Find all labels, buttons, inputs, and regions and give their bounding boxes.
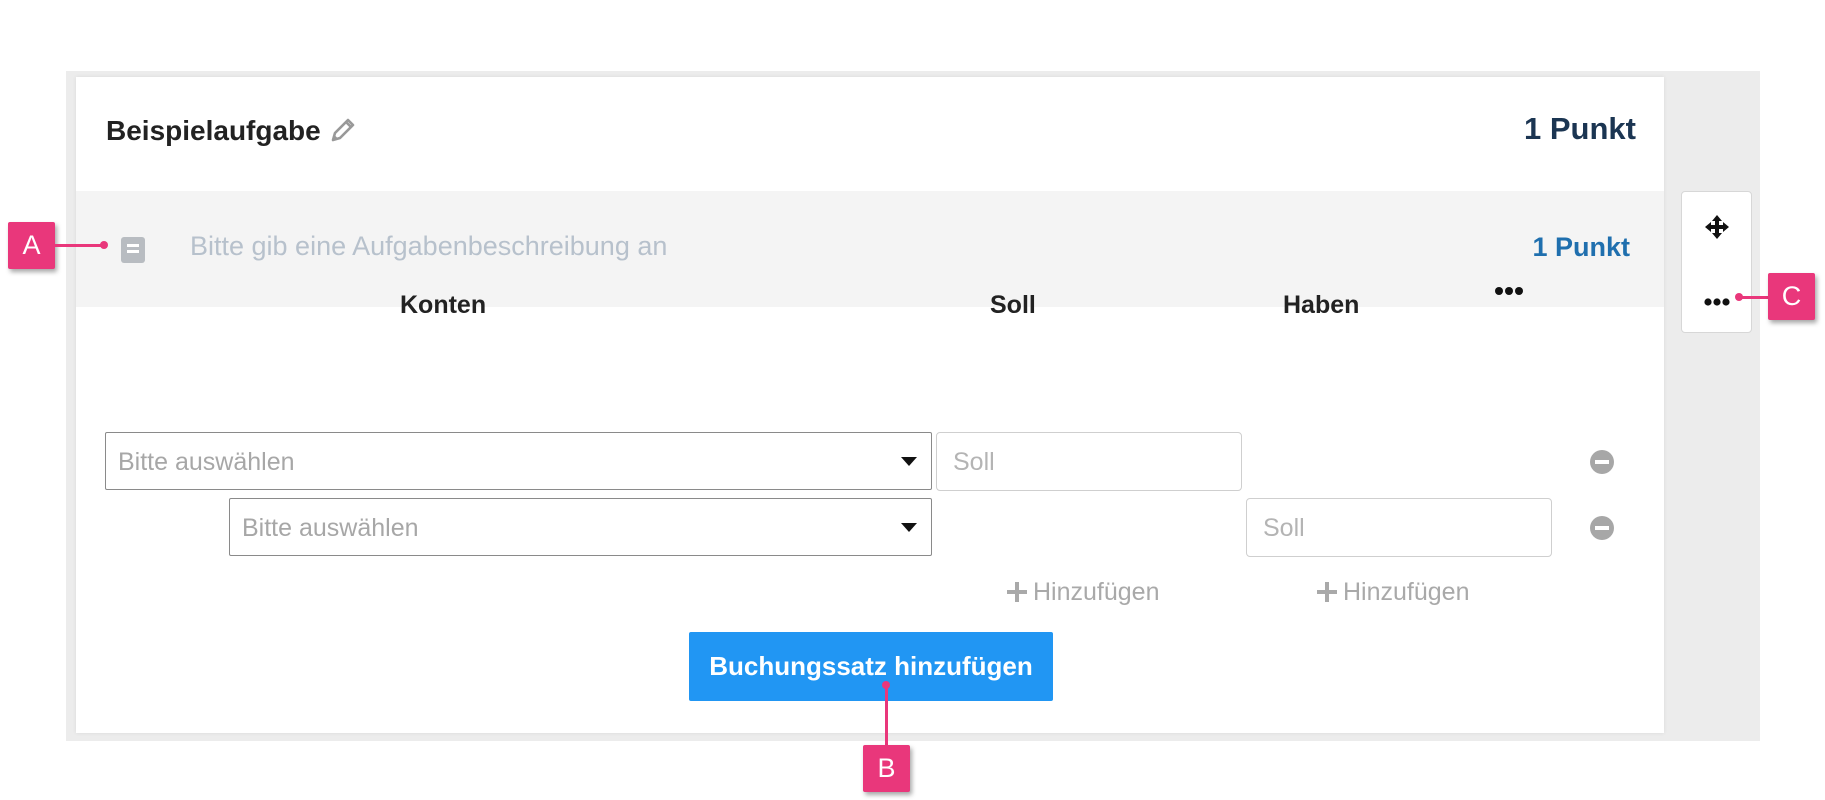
- card-title: Beispielaufgabe: [106, 115, 321, 146]
- add-haben-label: Hinzufügen: [1343, 578, 1470, 606]
- callout-a: A: [8, 222, 55, 269]
- plus-icon: [1317, 582, 1337, 602]
- table-more-icon[interactable]: [1494, 284, 1524, 298]
- column-header-soll: Soll: [990, 291, 1036, 319]
- add-booking-button[interactable]: Buchungssatz hinzufügen: [689, 632, 1053, 701]
- haben-input-placeholder: Soll: [1263, 514, 1305, 542]
- add-soll-label: Hinzufügen: [1033, 578, 1160, 606]
- soll-input-row-1[interactable]: Soll: [936, 432, 1242, 491]
- haben-input-row-2[interactable]: Soll: [1246, 498, 1552, 557]
- soll-input-placeholder: Soll: [953, 448, 995, 476]
- more-icon[interactable]: [1704, 296, 1730, 308]
- pencil-icon[interactable]: [328, 115, 358, 145]
- add-haben-link[interactable]: Hinzufügen: [1317, 578, 1469, 607]
- chevron-down-icon: [901, 457, 917, 466]
- card-header: Beispielaufgabe 1 Punkt: [76, 77, 1664, 191]
- description-points: 1 Punkt: [1532, 232, 1630, 262]
- callout-a-line: [55, 244, 103, 247]
- add-soll-link[interactable]: Hinzufügen: [1007, 578, 1159, 607]
- account-select-row-1[interactable]: Bitte auswählen: [105, 432, 932, 490]
- callout-c-line: [1740, 296, 1768, 299]
- move-icon[interactable]: [1704, 214, 1730, 240]
- chevron-down-icon: [901, 523, 917, 532]
- card-points: 1 Punkt: [1524, 111, 1636, 146]
- column-header-konten: Konten: [400, 291, 487, 319]
- remove-icon[interactable]: [1590, 450, 1614, 474]
- description-band[interactable]: Bitte gib eine Aufgabenbeschreibung an 1…: [76, 191, 1664, 307]
- description-placeholder[interactable]: Bitte gib eine Aufgabenbeschreibung an: [190, 231, 667, 262]
- side-toolbar: [1681, 191, 1752, 333]
- callout-b: B: [863, 745, 910, 792]
- account-select-row-2[interactable]: Bitte auswählen: [229, 498, 932, 556]
- callout-b-line: [885, 686, 888, 746]
- column-header-haben: Haben: [1283, 291, 1360, 319]
- callout-c: C: [1768, 273, 1815, 320]
- account-select-placeholder: Bitte auswählen: [242, 514, 419, 542]
- plus-icon: [1007, 582, 1027, 602]
- callout-a-dot: [100, 241, 108, 249]
- remove-icon[interactable]: [1590, 516, 1614, 540]
- book-icon: [121, 237, 145, 263]
- account-select-placeholder: Bitte auswählen: [118, 448, 295, 476]
